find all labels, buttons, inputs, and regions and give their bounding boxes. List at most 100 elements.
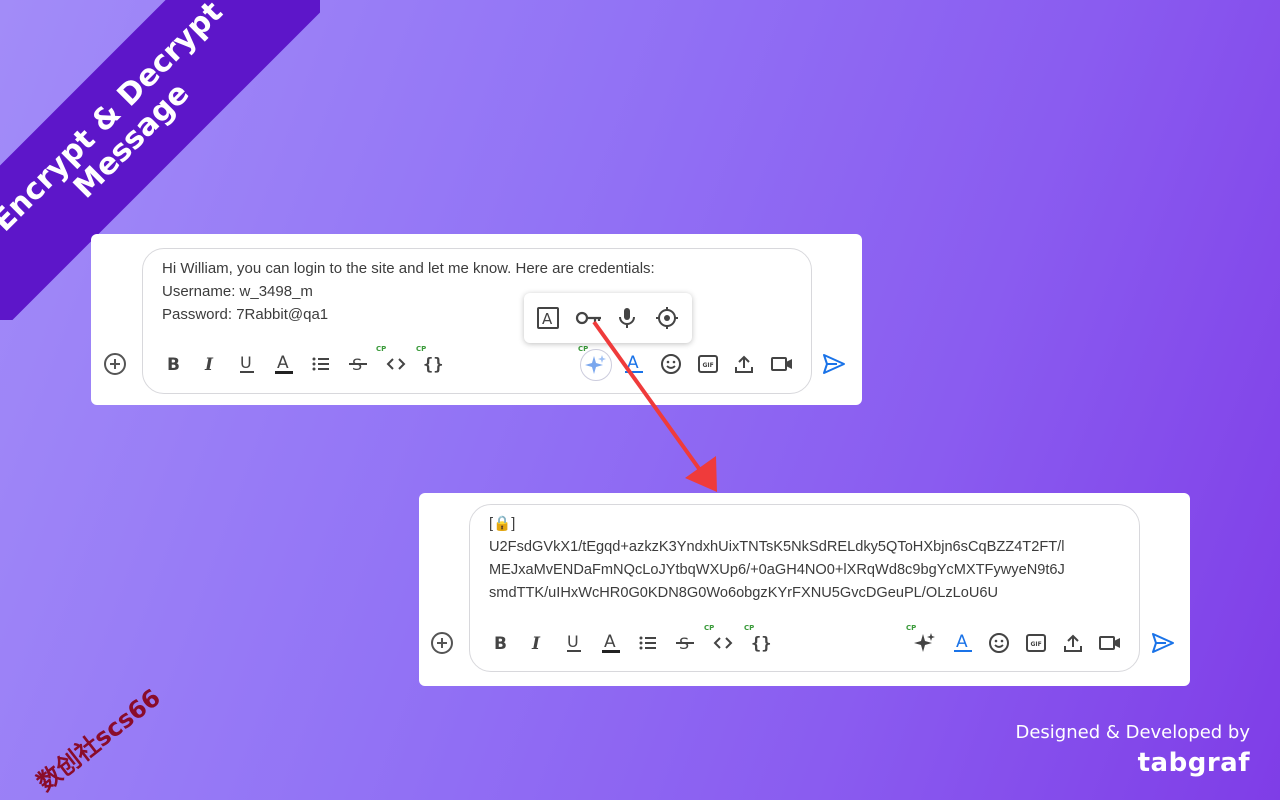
- emoji-icon: [989, 633, 1009, 653]
- top-card: Hi William, you can login to the site an…: [91, 234, 862, 405]
- encrypt-popup: A: [524, 293, 692, 343]
- svg-text:A: A: [542, 310, 553, 328]
- sparkle-button[interactable]: [913, 631, 937, 655]
- emoji-icon: [661, 354, 681, 374]
- key-icon: [575, 311, 601, 325]
- code-block-button[interactable]: {}: [750, 631, 774, 655]
- underline-icon: U: [567, 632, 581, 652]
- italic-button[interactable]: I: [198, 352, 222, 376]
- emoji-button[interactable]: [659, 352, 683, 376]
- gif-button[interactable]: GIF: [1024, 631, 1048, 655]
- cipher-line: MEJxaMvENDaFmNQcLoJYtbqWXUp6/+0aGH4NO0+l…: [489, 562, 1065, 578]
- text-color-icon: A: [275, 353, 293, 374]
- video-button[interactable]: [1098, 631, 1122, 655]
- ribbon-title-line1: Encrypt & Decrypt: [0, 0, 230, 239]
- add-icon: [104, 353, 126, 375]
- text-color-icon: A: [602, 632, 620, 653]
- send-icon: [1152, 633, 1174, 653]
- cipher-line: U2FsdGVkX1/tEgqd+azkzK3YndxhUixTNTsK5NkS…: [489, 539, 1065, 555]
- emoji-button[interactable]: [987, 631, 1011, 655]
- bulleted-list-button[interactable]: [309, 352, 333, 376]
- gif-icon: GIF: [1026, 634, 1046, 652]
- code-button[interactable]: [384, 352, 408, 376]
- svg-text:I: I: [531, 634, 541, 654]
- upload-button[interactable]: [732, 352, 756, 376]
- add-button[interactable]: [430, 631, 454, 655]
- svg-text:GIF: GIF: [703, 362, 714, 369]
- svg-text:A: A: [277, 353, 289, 373]
- bottom-card: [🔒] U2FsdGVkX1/tEgqd+azkzK3YndxhUixTNTsK…: [419, 493, 1190, 686]
- cipher-line: smdTTK/uIHxWcHR0G0KDN8G0Wo6obgzKYrFXNU5G…: [489, 585, 999, 601]
- text-format-icon: A: [537, 307, 559, 329]
- text-color-button[interactable]: A: [599, 631, 623, 655]
- svg-text:I: I: [204, 355, 214, 375]
- upload-icon: [735, 355, 753, 373]
- add-icon: [431, 632, 453, 654]
- strikethrough-button[interactable]: S: [346, 352, 370, 376]
- sparkle-icon: [585, 355, 606, 374]
- text-color-button[interactable]: A: [272, 352, 296, 376]
- svg-text:A: A: [627, 353, 639, 373]
- font-color-button[interactable]: A: [622, 352, 646, 376]
- bold-icon: B: [494, 634, 507, 654]
- bold-button[interactable]: B: [488, 631, 512, 655]
- text-format-button[interactable]: A: [536, 306, 560, 330]
- bold-button[interactable]: B: [161, 352, 185, 376]
- watermark: 数创社scs66: [31, 683, 166, 797]
- svg-text:B: B: [494, 634, 507, 654]
- svg-text:U: U: [240, 353, 252, 372]
- message-line: Hi William, you can login to the site an…: [162, 260, 655, 277]
- encrypt-key-button[interactable]: [575, 306, 603, 330]
- video-icon: [771, 357, 792, 371]
- underline-button[interactable]: U: [235, 352, 259, 376]
- svg-text:{}: {}: [423, 355, 443, 375]
- lock-marker: [🔒]: [489, 516, 516, 532]
- send-button[interactable]: [1151, 631, 1175, 655]
- code-icon: [713, 637, 733, 649]
- font-color-icon: A: [625, 353, 643, 373]
- bulleted-list-button[interactable]: [636, 631, 660, 655]
- svg-text:B: B: [167, 355, 180, 375]
- send-button[interactable]: [822, 352, 846, 376]
- microphone-button[interactable]: [615, 306, 639, 330]
- svg-text:A: A: [604, 632, 616, 652]
- code-icon: [386, 358, 406, 370]
- font-color-icon: A: [954, 632, 972, 652]
- strikethrough-button[interactable]: S: [673, 631, 697, 655]
- svg-text:A: A: [956, 632, 968, 652]
- sparkle-icon: [914, 633, 935, 652]
- brand-logo: tabgraf: [1137, 748, 1250, 778]
- svg-text:{}: {}: [751, 634, 771, 654]
- video-button[interactable]: [770, 352, 794, 376]
- target-button[interactable]: [655, 306, 679, 330]
- font-color-button[interactable]: A: [951, 631, 975, 655]
- code-block-icon: {}: [751, 634, 771, 654]
- gif-button[interactable]: GIF: [696, 352, 720, 376]
- code-button[interactable]: [711, 631, 735, 655]
- upload-icon: [1064, 634, 1082, 652]
- underline-icon: U: [240, 353, 254, 373]
- video-icon: [1099, 636, 1120, 650]
- svg-text:U: U: [567, 632, 579, 651]
- upload-button[interactable]: [1061, 631, 1085, 655]
- add-button[interactable]: [103, 352, 127, 376]
- sparkle-button[interactable]: [580, 349, 612, 381]
- target-icon: [656, 307, 678, 329]
- code-block-button[interactable]: {}: [422, 352, 446, 376]
- italic-icon: I: [204, 355, 214, 375]
- designed-by-label: Designed & Developed by: [1015, 722, 1250, 743]
- italic-button[interactable]: I: [525, 631, 549, 655]
- bulleted-list-icon: [312, 357, 329, 371]
- bold-icon: B: [167, 355, 180, 375]
- strikethrough-icon: S: [349, 355, 367, 374]
- underline-button[interactable]: U: [562, 631, 586, 655]
- bulleted-list-icon: [639, 636, 656, 650]
- italic-icon: I: [531, 634, 541, 654]
- send-icon: [823, 354, 845, 374]
- microphone-icon: [619, 308, 635, 328]
- encrypted-message[interactable]: [🔒] U2FsdGVkX1/tEgqd+azkzK3YndxhUixTNTsK…: [489, 513, 1065, 605]
- svg-text:GIF: GIF: [1031, 641, 1042, 648]
- strikethrough-icon: S: [676, 634, 694, 653]
- code-block-icon: {}: [423, 355, 443, 375]
- gif-icon: GIF: [698, 355, 718, 373]
